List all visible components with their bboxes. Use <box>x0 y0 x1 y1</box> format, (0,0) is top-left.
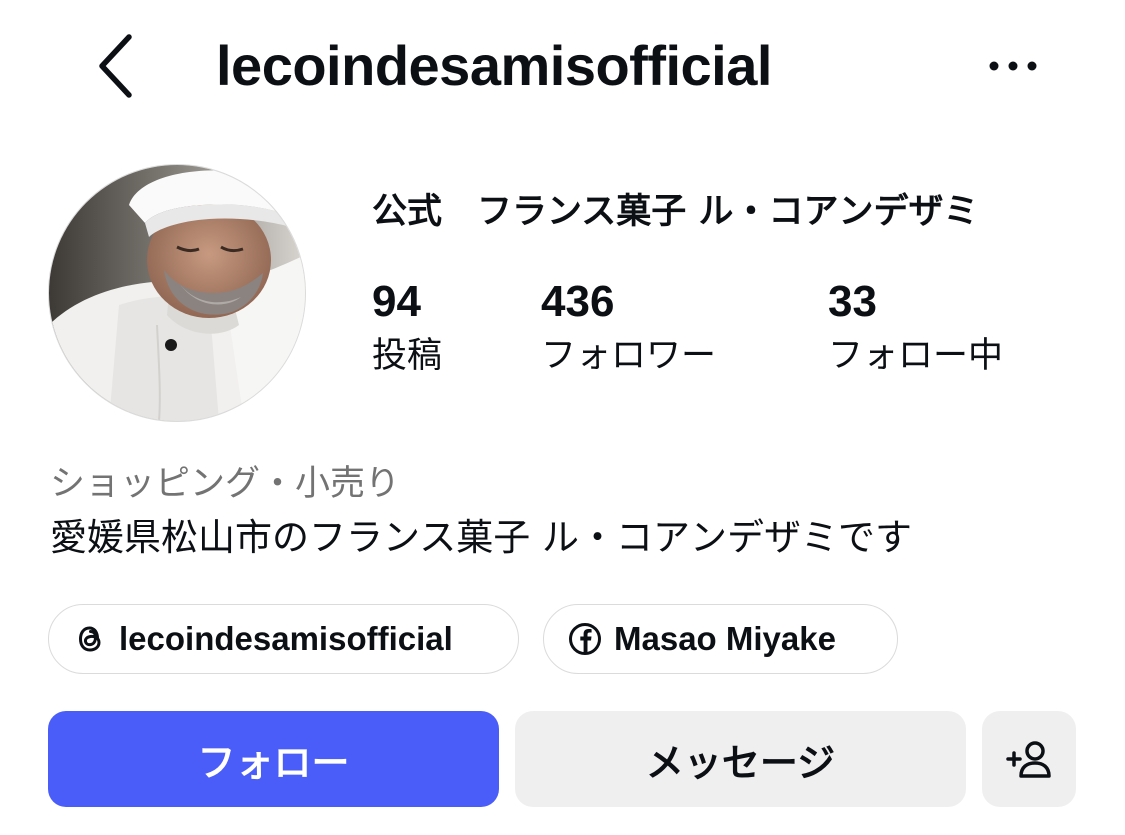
following-label: フォロー中 <box>828 336 1004 376</box>
message-button[interactable]: メッセージ <box>515 711 966 807</box>
more-options-button[interactable] <box>978 40 1048 92</box>
threads-link-label: lecoindesamisofficial <box>119 620 453 657</box>
stat-followers[interactable]: 436 フォロワー <box>541 276 716 382</box>
facebook-link-label: Masao Miyake <box>614 620 836 657</box>
stat-following[interactable]: 33 フォロー中 <box>828 276 1003 382</box>
chevron-left-icon <box>99 34 132 98</box>
followers-label: フォロワー <box>541 336 717 376</box>
back-button[interactable] <box>88 28 144 104</box>
suggested-accounts-button[interactable] <box>982 711 1076 807</box>
threads-icon <box>73 622 107 656</box>
profile-username: lecoindesamisofficial <box>216 34 772 97</box>
following-count: 33 <box>828 277 877 326</box>
posts-label: 投稿 <box>372 336 443 376</box>
profile-photo <box>49 165 305 421</box>
more-horizontal-icon <box>989 61 1037 71</box>
follow-button[interactable]: フォロー <box>48 711 499 807</box>
add-person-icon <box>1006 741 1051 778</box>
threads-link-chip[interactable]: lecoindesamisofficial <box>48 604 519 674</box>
facebook-link-chip[interactable]: Masao Miyake <box>543 604 898 674</box>
profile-bio: 愛媛県松山市のフランス菓子 ル・コアンデザミです <box>50 516 913 559</box>
avatar[interactable] <box>48 164 306 422</box>
stat-posts[interactable]: 94 投稿 <box>372 276 442 382</box>
facebook-icon <box>568 622 602 656</box>
followers-count: 436 <box>541 277 615 326</box>
profile-category: ショッピング・小売り <box>50 464 401 504</box>
posts-count: 94 <box>372 277 421 326</box>
profile-display-name: 公式 フランス菓子 ル・コアンデザミ <box>372 192 979 232</box>
